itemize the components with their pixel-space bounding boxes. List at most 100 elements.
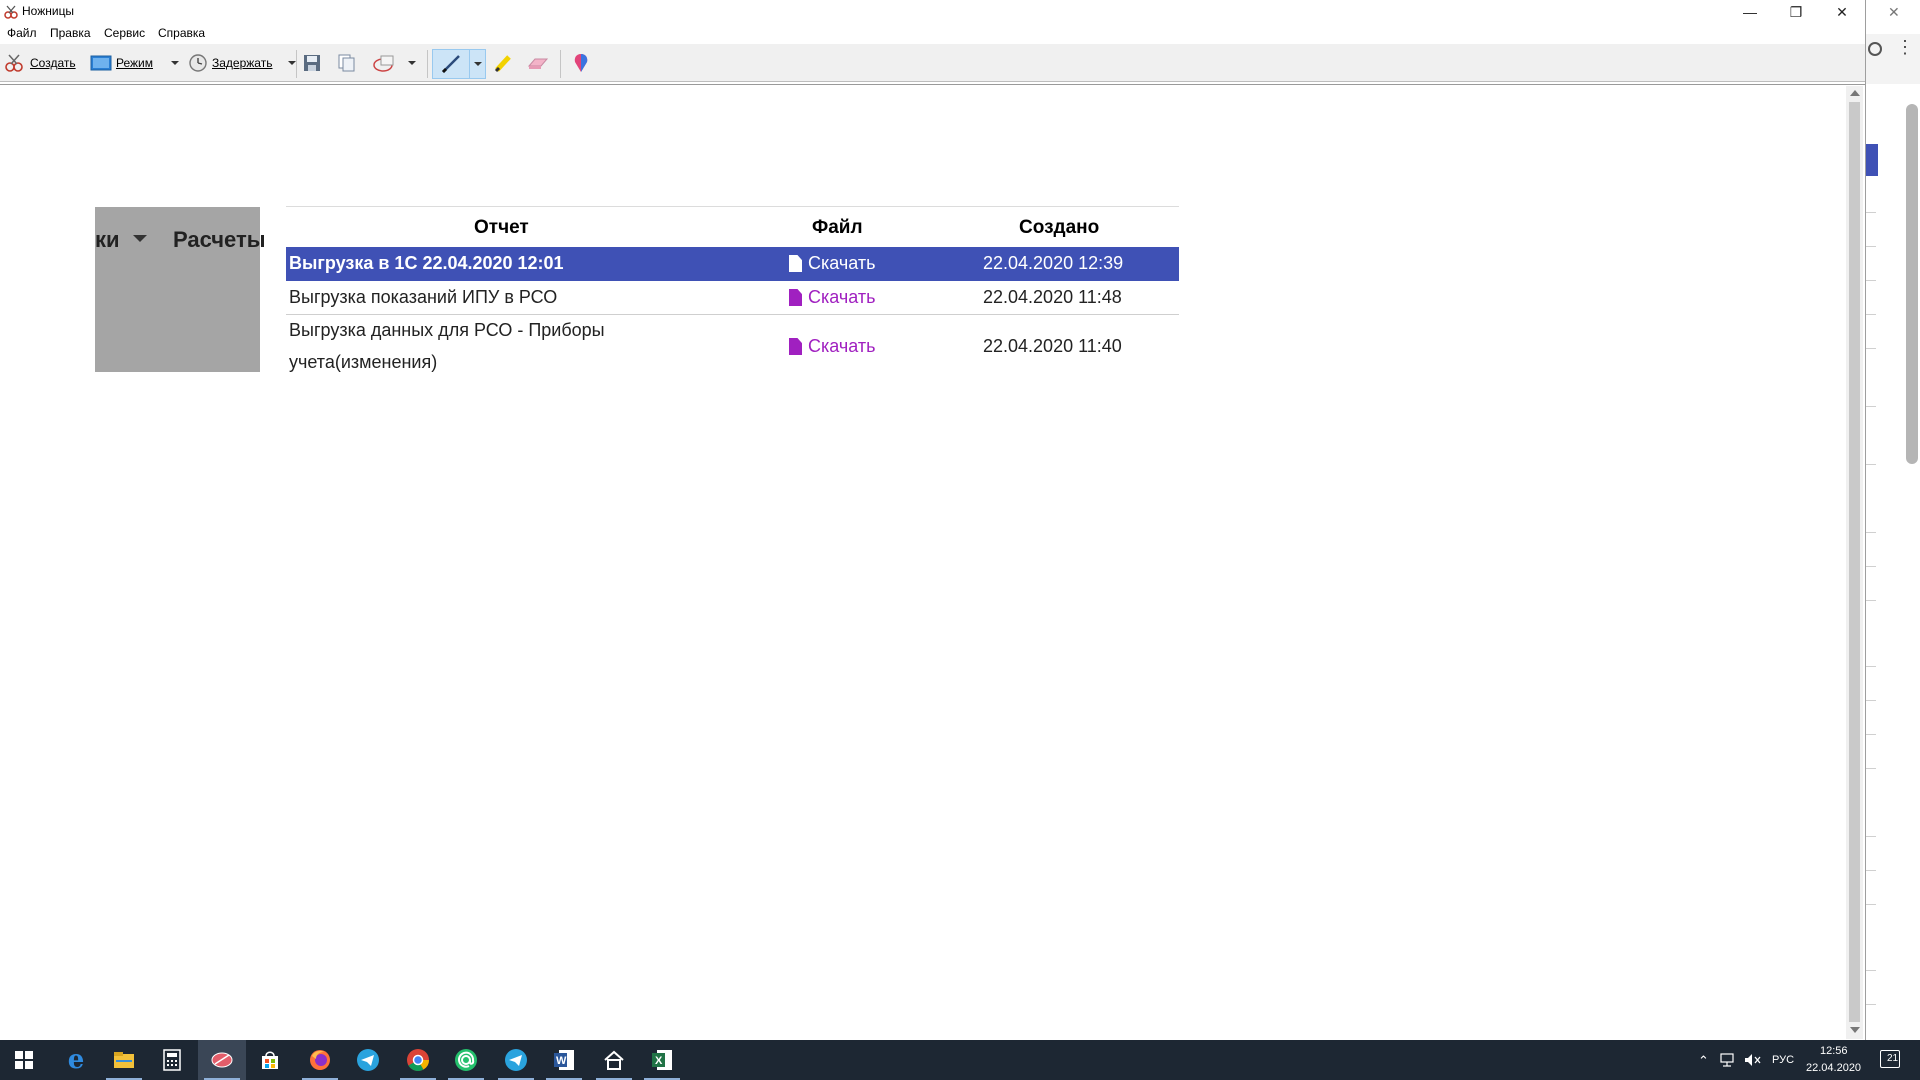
taskbar-store[interactable] [246,1040,294,1080]
table-header: Отчет Файл Создано [286,207,1179,247]
download-link[interactable]: Скачать [789,336,876,357]
menu-edit[interactable]: Правка [50,26,91,40]
divider [1866,700,1876,701]
menu-help[interactable]: Справка [158,26,205,40]
divider [1866,1004,1876,1005]
clock-time[interactable]: 12:56 [1820,1045,1848,1057]
toolbar-separator [296,50,297,78]
edge-icon: e [67,1045,85,1075]
browser-scrollbar-thumb[interactable] [1906,104,1918,464]
taskbar-chrome[interactable] [394,1040,442,1080]
windows-start-icon [15,1051,33,1069]
save-icon [304,55,320,71]
pen-dropdown-arrow-icon[interactable] [474,62,482,66]
restore-button[interactable]: ❐ [1773,0,1819,24]
firefox-icon [310,1050,330,1070]
divider [1866,666,1876,667]
divider [1866,904,1876,905]
new-snip-button[interactable]: Создать [4,51,76,75]
paint3d-icon [574,54,588,72]
background-browser-window: ✕ ⋮ [1865,0,1920,1040]
eraser-button[interactable] [526,51,550,75]
document-icon [789,289,802,306]
divider [1866,836,1876,837]
report-name-line2: учета(изменения) [289,352,438,372]
divider [1866,464,1876,465]
nav-tab-block: ки Расчеты [95,207,266,372]
report-name-line1: Выгрузка данных для РСО - Приборы [289,320,605,340]
scroll-down-icon[interactable] [1850,1027,1860,1033]
scissors-icon [4,5,18,19]
taskbar-calculator[interactable] [148,1040,196,1080]
tab-fragment-label: ки [95,227,120,252]
download-label: Скачать [808,253,876,273]
table-row[interactable]: Выгрузка показаний ИПУ в РСО Скачать 22.… [286,281,1179,315]
table-row[interactable]: Выгрузка в 1С 22.04.2020 12:01 Скачать 2… [286,247,1179,281]
taskbar-file-explorer[interactable] [100,1040,148,1080]
download-link[interactable]: Скачать [789,287,876,308]
minimize-button[interactable]: — [1727,0,1773,24]
new-snip-label: Создать [30,56,76,70]
vertical-scrollbar[interactable] [1846,86,1863,1039]
save-button[interactable] [302,51,322,75]
document-icon [789,338,802,355]
store-icon [262,1051,278,1069]
account-icon[interactable] [1868,42,1882,56]
highlighter-button[interactable] [492,51,514,75]
send-dropdown-arrow-icon[interactable] [408,61,416,65]
created-date: 22.04.2020 11:40 [983,336,1122,356]
network-icon[interactable] [1720,1053,1738,1067]
report-name: Выгрузка в 1С 22.04.2020 12:01 [289,253,564,273]
paint3d-button[interactable] [570,51,592,75]
taskbar-excel[interactable]: X [638,1040,686,1080]
close-button[interactable]: ✕ [1819,0,1865,24]
action-center-icon[interactable]: 21 [1880,1050,1900,1068]
volume-muted-icon[interactable] [1744,1053,1762,1067]
copy-button[interactable] [336,51,356,75]
pen-button[interactable] [432,49,486,79]
scroll-up-icon[interactable] [1850,90,1860,96]
taskbar-mail[interactable] [442,1040,490,1080]
download-link[interactable]: Скачать [789,253,876,274]
start-button[interactable] [0,1040,48,1080]
notification-count: 21 [1887,1053,1899,1064]
table-row[interactable]: Выгрузка данных для РСО - Приборы учета(… [286,315,1179,379]
svg-text:W: W [556,1055,567,1067]
send-snip-button[interactable] [372,51,416,75]
menu-tools[interactable]: Сервис [104,26,145,40]
clock-date[interactable]: 22.04.2020 [1806,1062,1861,1074]
divider [1866,406,1876,407]
taskbar-edge[interactable]: e [52,1040,100,1080]
calculator-icon [163,1049,181,1071]
mode-button[interactable]: Режим [90,51,179,75]
eraser-icon [527,58,549,69]
taskbar-word[interactable]: W [540,1040,588,1080]
restore-icon: ❐ [1789,3,1803,20]
minimize-icon: — [1743,4,1757,20]
delay-label: Задержать [212,56,273,70]
scrollbar-thumb[interactable] [1849,102,1860,1022]
input-language[interactable]: РУС [1772,1054,1794,1066]
divider [1866,734,1876,735]
home-icon [604,1050,624,1070]
toolbar: Создать Режим Задержать [0,44,1865,82]
mode-dropdown-arrow-icon[interactable] [171,61,179,65]
taskbar-snipping-tool[interactable] [198,1040,246,1080]
taskbar-telegram-2[interactable] [492,1040,540,1080]
show-hidden-icons-icon[interactable]: ⌃ [1698,1053,1709,1069]
menu-file[interactable]: Файл [7,26,37,40]
divider [1866,566,1876,567]
divider [1866,532,1876,533]
window-title: Ножницы [22,4,75,18]
taskbar-home-app[interactable] [590,1040,638,1080]
divider [1866,280,1876,281]
close-icon[interactable]: ✕ [1888,4,1900,21]
desktop: Ножницы — ❐ ✕ Файл Правка Сервис Справка… [0,0,1920,1080]
clock-icon [189,54,207,72]
delay-button[interactable]: Задержать [188,51,297,75]
chevron-down-icon [133,235,147,242]
more-menu-icon[interactable]: ⋮ [1896,38,1914,56]
taskbar-firefox[interactable] [296,1040,344,1080]
column-header-file: Файл [812,217,863,238]
taskbar-telegram[interactable] [344,1040,392,1080]
